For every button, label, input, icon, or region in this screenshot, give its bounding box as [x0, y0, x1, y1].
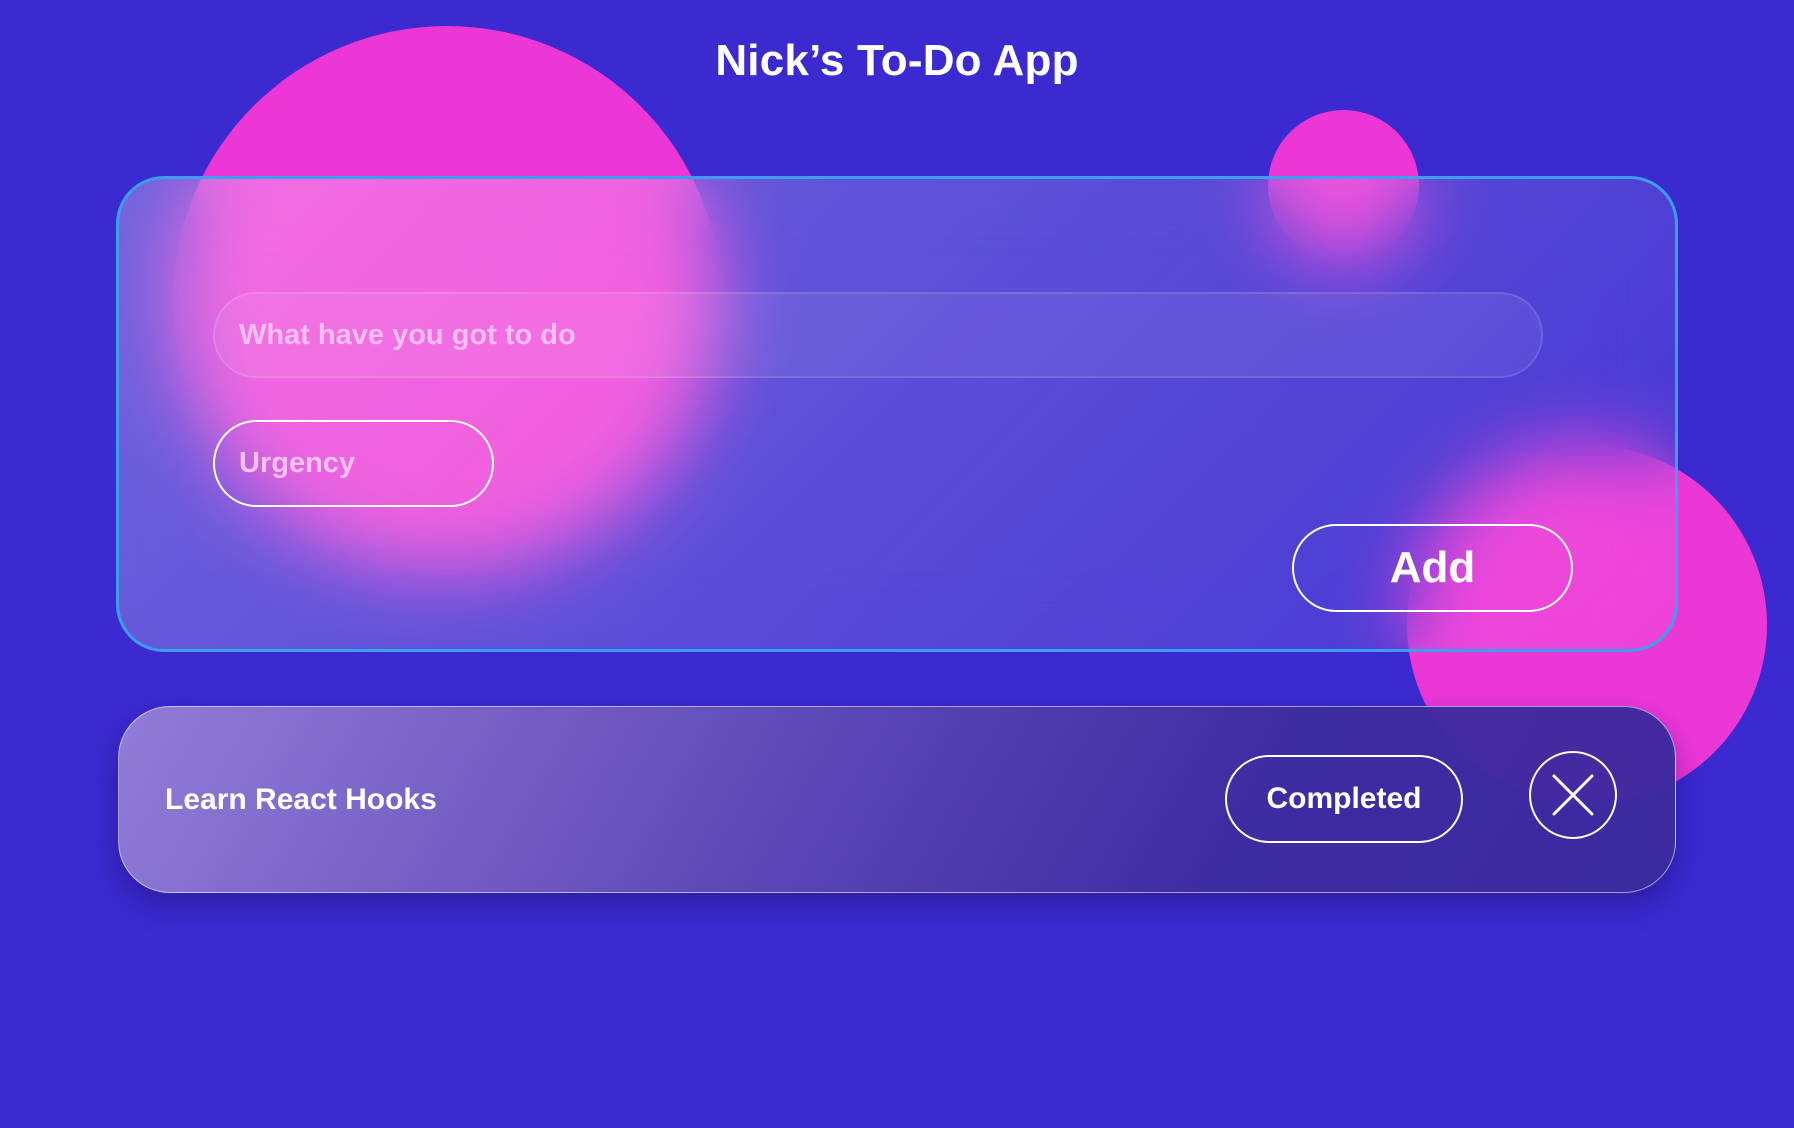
task-input[interactable] [213, 292, 1543, 378]
todo-item-text: Learn React Hooks [165, 783, 437, 816]
add-button[interactable]: Add [1292, 524, 1573, 612]
urgency-select[interactable]: Urgency [213, 420, 494, 507]
delete-todo-button[interactable] [1529, 751, 1617, 839]
completed-button[interactable]: Completed [1225, 755, 1463, 843]
close-icon [1552, 774, 1594, 816]
page-title: Nick’s To-Do App [715, 36, 1079, 85]
urgency-select-label: Urgency [239, 447, 356, 479]
